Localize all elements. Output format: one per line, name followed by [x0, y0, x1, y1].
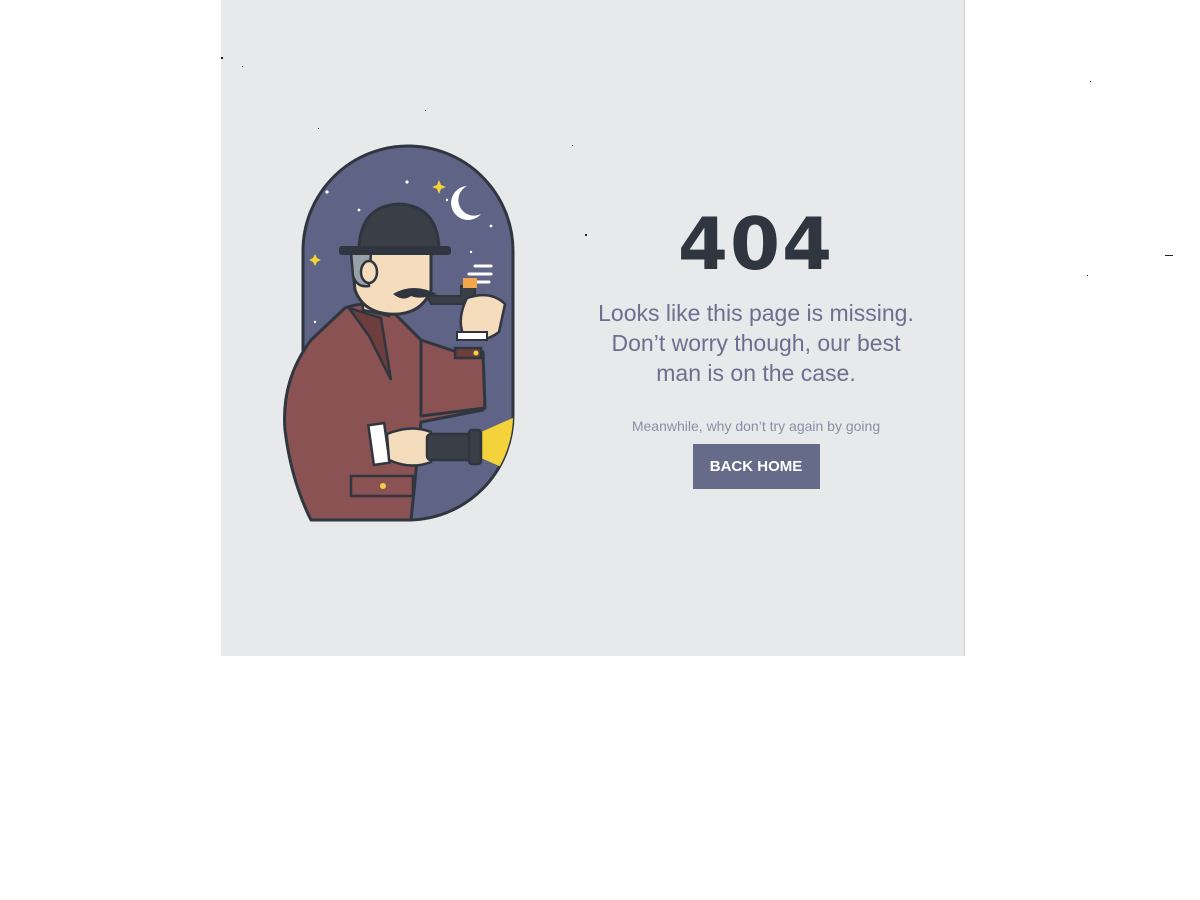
speck	[572, 145, 573, 146]
error-message-line: Looks like this page is missing.	[598, 300, 914, 326]
back-home-button[interactable]: BACK HOME	[692, 444, 820, 489]
speck	[1090, 81, 1091, 82]
dash-mark	[1165, 255, 1173, 256]
speck	[585, 234, 587, 236]
hint-text: Meanwhile, why don’t try again by going	[631, 418, 881, 434]
speck	[425, 110, 426, 111]
detective-illustration	[271, 140, 521, 530]
error-message-line: man is on the case.	[656, 360, 856, 386]
speck	[221, 57, 223, 59]
speck	[1087, 275, 1088, 276]
error-message: Looks like this page is missing. Don’t w…	[591, 298, 921, 388]
error-message-line: Don’t worry though, our best	[611, 330, 901, 356]
page: 404 Looks like this page is missing. Don…	[0, 0, 1200, 900]
error-code: 404	[677, 202, 835, 286]
speck	[242, 66, 243, 67]
error-content: 404 Looks like this page is missing. Don…	[591, 200, 921, 489]
error-panel: 404 Looks like this page is missing. Don…	[221, 0, 965, 656]
speck	[318, 128, 319, 129]
